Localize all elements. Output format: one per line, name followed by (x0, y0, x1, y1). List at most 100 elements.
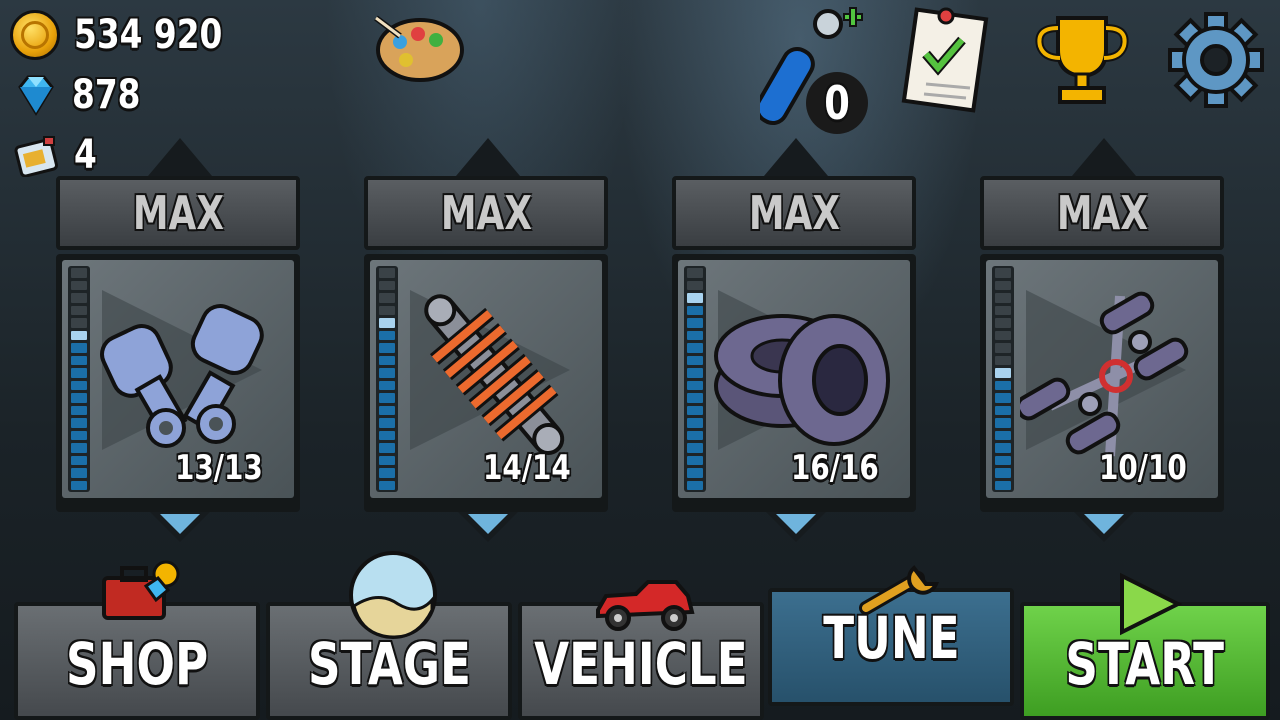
upgrade-card-tires[interactable]: MAX 16/16 (672, 138, 916, 542)
trophy-icon[interactable] (1030, 12, 1134, 112)
nav-vehicle-label: VEHICLE (534, 630, 748, 698)
settings-gear-icon[interactable] (1166, 10, 1266, 114)
coins-row: 534 920 (10, 10, 255, 60)
progress-segment (379, 368, 395, 378)
upgrade-body: 13/13 (56, 254, 300, 512)
progress-segment (995, 330, 1011, 340)
upgrade-panel: 10/10 (986, 260, 1218, 498)
progress-segment (71, 355, 87, 365)
coins-value: 534 920 (74, 12, 223, 58)
progress-segment (687, 430, 703, 440)
upgrade-level: 13/13 (174, 448, 263, 488)
diamond-icon (14, 73, 58, 117)
upgrade-card-engine[interactable]: MAX 13/13 (56, 138, 300, 542)
progress-segment (687, 268, 703, 278)
upgrade-panel: 13/13 (62, 260, 294, 498)
upgrade-body: 16/16 (672, 254, 916, 512)
nav-stage-label: STAGE (307, 630, 471, 698)
upgrade-level: 10/10 (1098, 448, 1187, 488)
paint-palette-icon[interactable] (370, 10, 470, 90)
upgrade-card-drivetrain[interactable]: MAX 10/10 (980, 138, 1224, 542)
gems-row: 878 (10, 72, 156, 118)
progress-segment (71, 280, 87, 290)
upgrade-body: 14/14 (364, 254, 608, 512)
progress-segment (687, 368, 703, 378)
card-top-notch (764, 138, 828, 176)
progress-segment (379, 480, 395, 490)
progress-segment (995, 405, 1011, 415)
progress-segment (71, 330, 87, 340)
upgrade-progress-bar (992, 266, 1014, 492)
progress-segment (379, 443, 395, 453)
upgrade-progress-bar (684, 266, 706, 492)
fuel-can-icon (14, 135, 60, 178)
progress-segment (379, 405, 395, 415)
upgrade-arrow-down-icon[interactable] (1074, 512, 1134, 542)
progress-segment (687, 468, 703, 478)
progress-segment (687, 418, 703, 428)
upgrade-arrow-down-icon[interactable] (150, 512, 210, 542)
upgrade-panel: 16/16 (678, 260, 910, 498)
progress-segment (379, 343, 395, 353)
progress-segment (71, 480, 87, 490)
nav-tune-button[interactable]: TUNE (768, 565, 1014, 706)
upgrade-panel: 14/14 (370, 260, 602, 498)
nav-stage-button[interactable]: STAGE (266, 551, 512, 720)
progress-segment (379, 455, 395, 465)
progress-segment (687, 405, 703, 415)
card-top-notch (148, 138, 212, 176)
boosts-count: 0 (824, 76, 850, 130)
upgrade-arrow-down-icon[interactable] (766, 512, 826, 542)
tires-icon (710, 286, 900, 470)
progress-segment (995, 468, 1011, 478)
progress-segment (687, 293, 703, 303)
progress-segment (995, 380, 1011, 390)
progress-segment (687, 280, 703, 290)
progress-segment (995, 430, 1011, 440)
progress-segment (687, 393, 703, 403)
progress-segment (687, 318, 703, 328)
progress-segment (71, 318, 87, 328)
upgrade-level: 16/16 (790, 448, 879, 488)
upgrade-arrow-down-icon[interactable] (458, 512, 518, 542)
car-icon (592, 576, 696, 636)
progress-segment (995, 305, 1011, 315)
progress-segment (687, 343, 703, 353)
upgrade-status-header: MAX (364, 176, 608, 250)
fuel-boost-icon[interactable]: 0 (755, 6, 870, 134)
upgrade-card-suspension[interactable]: MAX 14/14 (364, 138, 608, 542)
upgrade-progress-bar (68, 266, 90, 492)
upgrade-status: MAX (132, 186, 224, 240)
fuel-cans-row: 4 (10, 132, 102, 178)
progress-segment (71, 443, 87, 453)
progress-segment (995, 343, 1011, 353)
card-top-notch (1072, 138, 1136, 176)
progress-segment (995, 443, 1011, 453)
progress-segment (995, 268, 1011, 278)
progress-segment (71, 418, 87, 428)
nav-tune-label: TUNE (822, 604, 960, 672)
nav-shop-label: SHOP (65, 630, 209, 698)
boosts-count-badge: 0 (806, 72, 868, 134)
engine-pistons-icon (96, 290, 276, 464)
nav-shop-button[interactable]: SHOP (14, 560, 260, 720)
progress-segment (71, 343, 87, 353)
progress-segment (379, 430, 395, 440)
missions-checklist-icon[interactable] (900, 4, 992, 118)
progress-segment (995, 318, 1011, 328)
upgrade-status-header: MAX (980, 176, 1224, 250)
progress-segment (995, 280, 1011, 290)
nav-start-button[interactable]: START (1020, 572, 1270, 720)
upgrade-status: MAX (1056, 186, 1148, 240)
progress-segment (379, 393, 395, 403)
progress-segment (379, 468, 395, 478)
progress-segment (995, 355, 1011, 365)
progress-segment (995, 368, 1011, 378)
progress-segment (71, 368, 87, 378)
upgrade-body: 10/10 (980, 254, 1224, 512)
progress-segment (687, 305, 703, 315)
progress-segment (687, 480, 703, 490)
progress-segment (687, 380, 703, 390)
nav-vehicle-button[interactable]: VEHICLE (518, 580, 764, 720)
suspension-spring-icon (400, 284, 590, 468)
